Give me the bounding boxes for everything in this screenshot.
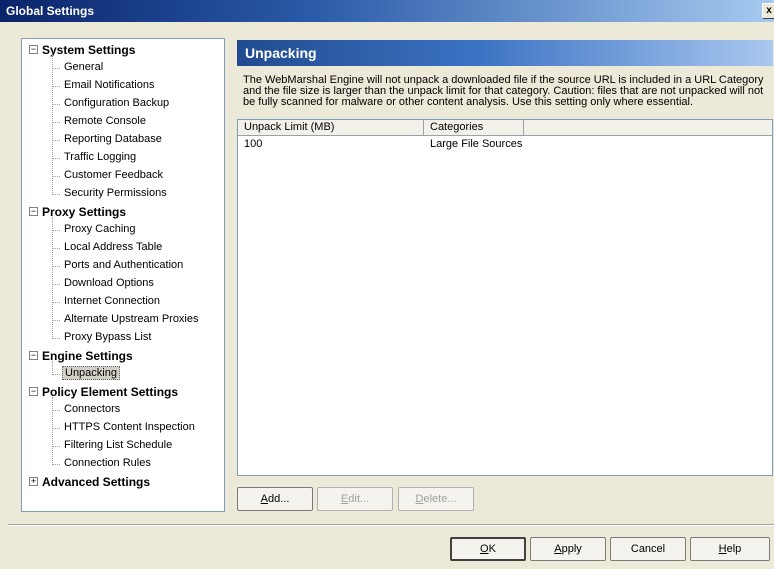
tree-connector-tick bbox=[52, 410, 60, 411]
tree-connector-tick bbox=[52, 68, 60, 69]
delete-button-label: elete... bbox=[423, 493, 457, 505]
collapse-icon[interactable]: − bbox=[29, 351, 38, 360]
tree-connector-tick bbox=[52, 446, 60, 447]
delete-button[interactable]: Delete... bbox=[398, 487, 474, 511]
tree-connector-tick bbox=[52, 266, 60, 267]
tree-connector-tick bbox=[52, 104, 60, 105]
tree-connector-tick bbox=[52, 284, 60, 285]
settings-tree[interactable]: − System Settings General Email Notificatio… bbox=[21, 38, 225, 512]
global-settings-dialog: Global Settings x − System Settings Genera… bbox=[0, 0, 774, 569]
tree-category-label: Engine Settings bbox=[42, 349, 133, 363]
tree-category-label: Policy Element Settings bbox=[42, 385, 179, 399]
tree-connector-tick bbox=[52, 338, 60, 339]
column-header-categories[interactable]: Categories bbox=[424, 120, 524, 136]
help-button[interactable]: Help bbox=[690, 537, 770, 561]
tree-connector-line bbox=[52, 361, 53, 375]
tree-item-label: Reporting Database bbox=[64, 133, 162, 145]
tree-item-label: Proxy Bypass List bbox=[64, 331, 152, 343]
tree-category-label: System Settings bbox=[42, 43, 136, 57]
window-title: Global Settings bbox=[6, 4, 95, 18]
tree-connector-tick bbox=[52, 194, 60, 195]
tree-item-label: Configuration Backup bbox=[64, 97, 170, 109]
tree-connector-tick bbox=[52, 302, 60, 303]
tree-item-label: Customer Feedback bbox=[64, 169, 164, 181]
title-bar[interactable]: Global Settings x bbox=[0, 0, 774, 22]
tree-connector-tick bbox=[52, 464, 60, 465]
unpack-limits-list[interactable]: Unpack Limit (MB) Categories 100 Large F… bbox=[237, 119, 773, 476]
column-header-unpack-limit[interactable]: Unpack Limit (MB) bbox=[238, 120, 424, 136]
separator bbox=[8, 524, 774, 526]
tree-connector-tick bbox=[52, 428, 60, 429]
panel-title: Unpacking bbox=[245, 45, 317, 61]
tree-category-label: Proxy Settings bbox=[42, 205, 127, 219]
tree-connector-tick bbox=[52, 374, 60, 375]
close-button[interactable]: x bbox=[762, 3, 774, 19]
collapse-icon[interactable]: − bbox=[29, 387, 38, 396]
tree-item-label: Unpacking bbox=[62, 366, 120, 380]
collapse-icon[interactable]: − bbox=[29, 207, 38, 216]
tree-connector-tick bbox=[52, 230, 60, 231]
tree-item-label: Connectors bbox=[64, 403, 121, 415]
edit-button-label: dit... bbox=[348, 493, 370, 505]
tree-connector-tick bbox=[52, 158, 60, 159]
tree-item-label: General bbox=[64, 61, 104, 73]
tree-connector-tick bbox=[52, 176, 60, 177]
tree-connector-line bbox=[52, 55, 53, 195]
cancel-button[interactable]: Cancel bbox=[610, 537, 686, 561]
panel-description: The WebMarshal Engine will not unpack a … bbox=[243, 74, 764, 108]
panel-header: Unpacking bbox=[237, 40, 773, 66]
tree-item-label: Email Notifications bbox=[64, 79, 155, 91]
tree-connector-tick bbox=[52, 122, 60, 123]
tree-item-label: Remote Console bbox=[64, 115, 146, 127]
tree-item-label: Connection Rules bbox=[64, 457, 151, 469]
tree-connector-tick bbox=[52, 320, 60, 321]
tree-connector-tick bbox=[52, 86, 60, 87]
tree-item-label: Download Options bbox=[64, 277, 154, 289]
edit-button[interactable]: Edit... bbox=[317, 487, 393, 511]
ok-button[interactable]: OK bbox=[450, 537, 526, 561]
add-button-label: dd... bbox=[267, 493, 290, 505]
apply-button[interactable]: Apply bbox=[530, 537, 606, 561]
tree-category-label: Advanced Settings bbox=[42, 475, 151, 489]
collapse-icon[interactable]: − bbox=[29, 45, 38, 54]
tree-item-label: Filtering List Schedule bbox=[64, 439, 173, 451]
tree-item-label: Traffic Logging bbox=[64, 151, 137, 163]
tree-item-label: Local Address Table bbox=[64, 241, 163, 253]
add-button[interactable]: Add... bbox=[237, 487, 313, 511]
tree-item-label: Ports and Authentication bbox=[64, 259, 184, 271]
column-header-filler bbox=[524, 120, 772, 136]
row-unpack-limit: 100 bbox=[244, 138, 263, 150]
tree-item-label: Proxy Caching bbox=[64, 223, 136, 235]
tree-item-label: HTTPS Content Inspection bbox=[64, 421, 195, 433]
tree-item-label: Security Permissions bbox=[64, 187, 167, 199]
tree-connector-line bbox=[52, 397, 53, 465]
expand-icon[interactable]: + bbox=[29, 477, 38, 486]
tree-connector-tick bbox=[52, 248, 60, 249]
row-categories: Large File Sources bbox=[430, 138, 523, 150]
tree-item-label: Internet Connection bbox=[64, 295, 161, 307]
tree-item-label: Alternate Upstream Proxies bbox=[64, 313, 199, 325]
tree-connector-tick bbox=[52, 140, 60, 141]
